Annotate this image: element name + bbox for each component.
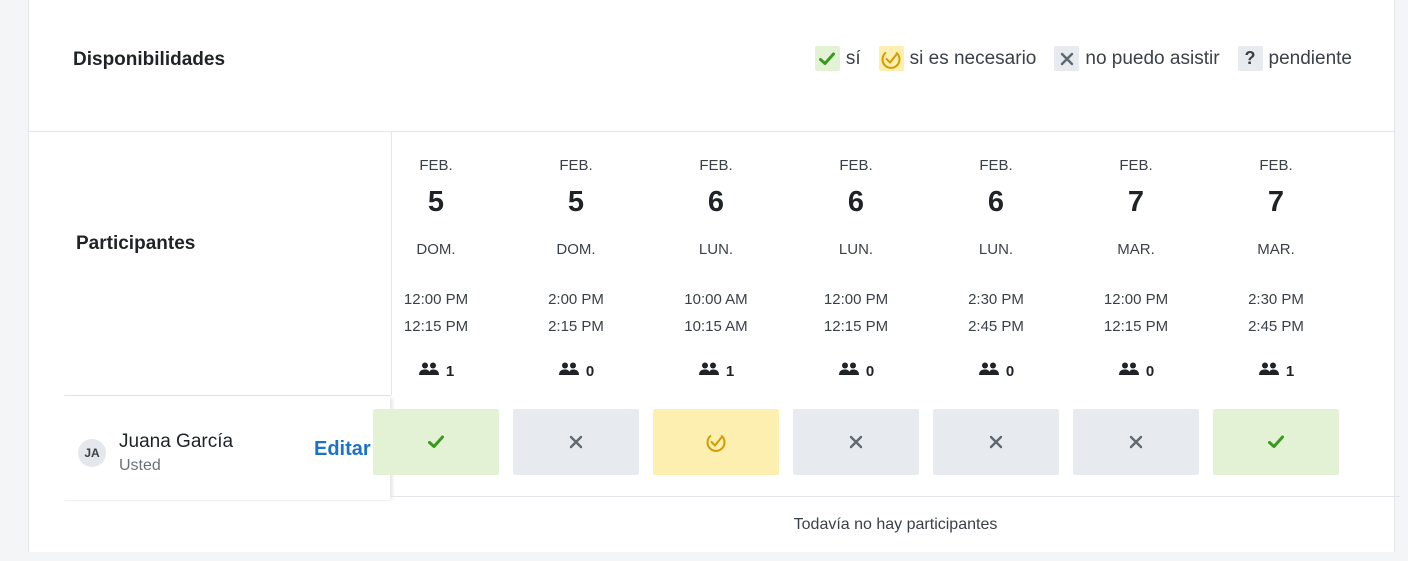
people-icon xyxy=(418,362,440,380)
slot-month: FEB. xyxy=(1259,157,1293,174)
response-cell-no xyxy=(793,409,919,475)
legend-item-maybe: si es necesario xyxy=(878,46,1037,71)
slot-start-time: 2:00 PM xyxy=(548,291,604,308)
slot-participant-count: 0 xyxy=(793,362,919,380)
slot-day: 5 xyxy=(567,186,585,218)
slot-month: FEB. xyxy=(839,157,873,174)
slot-count-value: 1 xyxy=(445,362,455,380)
people-icon xyxy=(838,362,860,380)
response-cell-yes xyxy=(373,409,499,475)
legend-item-no: no puedo asistir xyxy=(1054,46,1220,71)
slot-count-value: 0 xyxy=(865,362,875,380)
slot-start-time: 12:00 PM xyxy=(403,291,469,308)
availability-card: Disponibilidades sí si es necesario no p… xyxy=(28,0,1400,552)
slot-month: FEB. xyxy=(1119,157,1153,174)
slot-end-time: 2:15 PM xyxy=(548,318,604,335)
x-icon xyxy=(569,435,583,449)
people-icon xyxy=(1258,362,1280,380)
participant-name: Juana García xyxy=(119,431,234,452)
people-icon xyxy=(978,362,1000,380)
x-icon xyxy=(1129,435,1143,449)
slot-end-time: 12:15 PM xyxy=(403,318,469,335)
slot-count-value: 0 xyxy=(1005,362,1015,380)
legend-label-pending: pendiente xyxy=(1268,47,1352,69)
x-icon xyxy=(1054,46,1080,71)
slot-participant-count: 1 xyxy=(1213,362,1339,380)
slot-day: 6 xyxy=(987,186,1005,218)
circle-check-icon xyxy=(705,431,727,453)
empty-participants-message: Todavía no hay participantes xyxy=(793,516,998,533)
response-cell-yes xyxy=(1213,409,1339,475)
slot-day: 7 xyxy=(1127,186,1145,218)
legend-label-yes: sí xyxy=(845,47,861,69)
participants-heading: Participantes xyxy=(76,233,196,254)
participant-row: JA Juana García Usted Editar xyxy=(64,396,390,501)
slot-start-time: 2:30 PM xyxy=(968,291,1024,308)
slot-participant-count: 0 xyxy=(513,362,639,380)
edit-button[interactable]: Editar xyxy=(314,438,371,461)
response-cell-no xyxy=(513,409,639,475)
slot-weekday: LUN. xyxy=(838,241,874,258)
check-icon xyxy=(1268,435,1284,449)
slot-day: 6 xyxy=(847,186,865,218)
slot-weekday: LUN. xyxy=(698,241,734,258)
slot-day: 7 xyxy=(1267,186,1285,218)
response-cell-maybe xyxy=(653,409,779,475)
slot-end-time: 12:15 PM xyxy=(1103,318,1169,335)
availability-header: Disponibilidades sí si es necesario no p… xyxy=(29,0,1394,132)
slot-participant-count: 1 xyxy=(373,362,499,380)
slot-month: FEB. xyxy=(699,157,733,174)
legend: sí si es necesario no puedo asistir ? pe… xyxy=(814,46,1352,71)
response-cell-no xyxy=(1073,409,1199,475)
avatar: JA xyxy=(78,439,106,467)
slot-participant-count: 0 xyxy=(1073,362,1199,380)
question-icon: ? xyxy=(1237,46,1263,71)
check-icon xyxy=(428,435,444,449)
legend-item-pending: ? pendiente xyxy=(1237,46,1352,71)
legend-label-maybe: si es necesario xyxy=(909,47,1037,69)
slot-month: FEB. xyxy=(559,157,593,174)
slot-start-time: 2:30 PM xyxy=(1248,291,1304,308)
people-icon xyxy=(698,362,720,380)
slot-participant-count: 1 xyxy=(653,362,779,380)
x-icon xyxy=(989,435,1003,449)
slot-weekday: MAR. xyxy=(1117,241,1155,258)
slot-weekday: LUN. xyxy=(978,241,1014,258)
people-icon xyxy=(558,362,580,380)
slot-day: 6 xyxy=(707,186,725,218)
slot-start-time: 10:00 AM xyxy=(684,291,748,308)
slot-end-time: 2:45 PM xyxy=(1248,318,1304,335)
slot-end-time: 2:45 PM xyxy=(968,318,1024,335)
table-bottom-divider xyxy=(391,496,1400,497)
check-icon xyxy=(814,46,840,71)
people-icon xyxy=(1118,362,1140,380)
section-title: Disponibilidades xyxy=(73,49,226,70)
slot-participant-count: 0 xyxy=(933,362,1059,380)
slot-day: 5 xyxy=(427,186,445,218)
legend-label-no: no puedo asistir xyxy=(1085,47,1220,69)
slot-count-value: 1 xyxy=(1285,362,1295,380)
slot-weekday: DOM. xyxy=(416,241,456,258)
slot-month: FEB. xyxy=(979,157,1013,174)
slot-count-value: 0 xyxy=(1145,362,1155,380)
slot-weekday: MAR. xyxy=(1257,241,1295,258)
legend-item-yes: sí xyxy=(814,46,861,71)
slot-end-time: 10:15 AM xyxy=(684,318,748,335)
slot-month: FEB. xyxy=(419,157,453,174)
slot-start-time: 12:00 PM xyxy=(823,291,889,308)
slot-count-value: 0 xyxy=(585,362,595,380)
slot-end-time: 12:15 PM xyxy=(823,318,889,335)
circle-check-icon xyxy=(878,46,904,71)
x-icon xyxy=(849,435,863,449)
response-cell-no xyxy=(933,409,1059,475)
slot-weekday: DOM. xyxy=(556,241,596,258)
slot-count-value: 1 xyxy=(725,362,735,380)
slot-start-time: 12:00 PM xyxy=(1103,291,1169,308)
participant-subtitle: Usted xyxy=(119,457,161,474)
